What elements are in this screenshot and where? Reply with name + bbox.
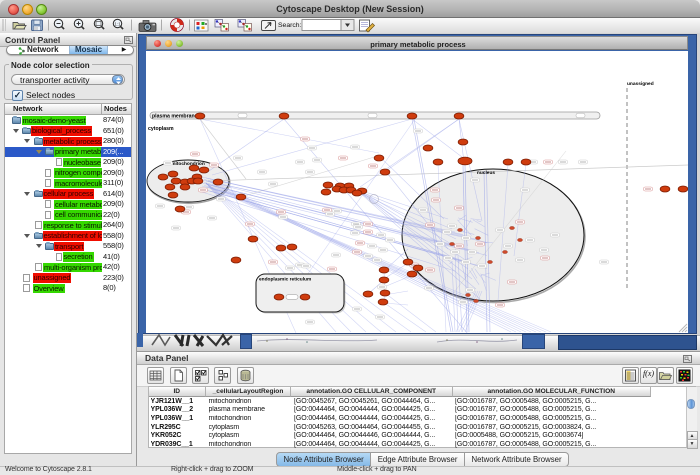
svg-text:plasma membrane: plasma membrane bbox=[152, 114, 198, 120]
svg-text:Search:: Search: bbox=[278, 22, 302, 29]
svg-text:cytoplasm: cytoplasm bbox=[148, 126, 174, 132]
svg-text:mitochondrion: mitochondrion bbox=[171, 161, 205, 167]
svg-text:endoplasmic reticulum: endoplasmic reticulum bbox=[259, 277, 311, 283]
svg-text:unassigned: unassigned bbox=[627, 81, 654, 87]
svg-text:nucleus: nucleus bbox=[477, 170, 495, 176]
svg-text:1:1: 1:1 bbox=[114, 21, 121, 26]
